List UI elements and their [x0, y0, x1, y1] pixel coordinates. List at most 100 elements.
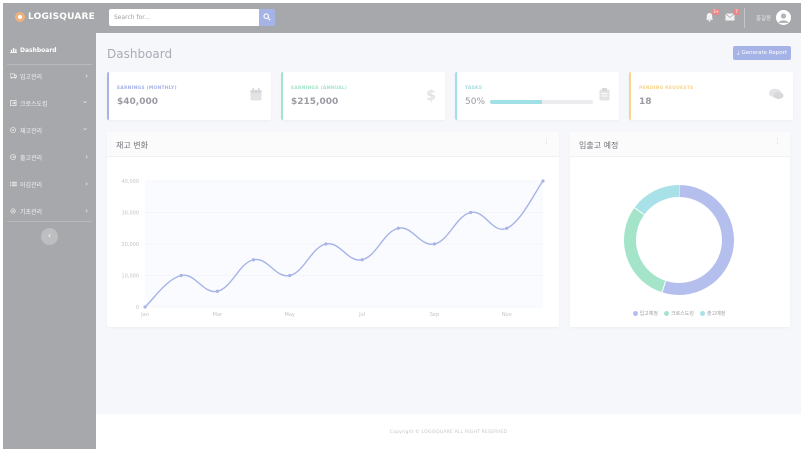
user-avatar-icon [776, 10, 791, 25]
sidebar-item-dashboard[interactable]: Dashboard [3, 37, 96, 63]
alerts-badge: 3+ [712, 9, 720, 15]
sidebar-item-inventory[interactable]: 재고관리 ⌄ [3, 117, 96, 143]
x-tick-label: Mar [213, 312, 223, 318]
panel-header: 입출고 예정 ⋮ [570, 132, 790, 157]
footer: Copyright © LOGISQUARE ALL RIGHT RESERVE… [96, 414, 801, 449]
stat-card-annual-earnings: EARNINGS (ANNUAL) $215,000 $ [281, 72, 445, 120]
calendar-icon [250, 88, 262, 101]
data-point [143, 305, 147, 309]
sidebar-item-label: 출고관리 [20, 154, 43, 162]
top-navbar: LOGISQUARE 3+ 7 홍길 [3, 3, 801, 33]
more-options-icon[interactable]: ⋮ [543, 138, 550, 145]
messages-badge: 7 [733, 9, 740, 15]
chart-legend: 입고예정 크로스도킹 출고예정 [570, 310, 788, 317]
data-point [215, 289, 219, 293]
y-tick-label: 30,000 [122, 210, 140, 216]
sidebar-item-crossdocking[interactable]: 크로스도킹 ⌄ [3, 90, 96, 116]
brand-logo[interactable]: LOGISQUARE [15, 12, 95, 22]
stat-card-pending-requests: PENDING REQUESTS 18 [629, 72, 793, 120]
stat-card-tasks: TASKS 50% [455, 72, 619, 120]
search-icon [263, 13, 271, 21]
x-tick-label: Sep [430, 312, 439, 318]
clipboard-icon [599, 88, 610, 101]
x-tick-label: Nov [502, 312, 512, 318]
topbar-divider [744, 8, 745, 28]
data-point [360, 258, 364, 262]
sidebar-item-billing[interactable]: 이김관리 › [3, 171, 96, 197]
avatar[interactable] [776, 10, 791, 25]
chevron-right-icon: › [85, 207, 88, 215]
stat-card-monthly-earnings: EARNINGS (MONTHLY) $40,000 [107, 72, 271, 120]
chevron-right-icon: › [85, 153, 88, 161]
legend-swatch [663, 311, 669, 316]
data-point [288, 273, 292, 278]
svg-text:$: $ [426, 88, 436, 102]
crossdock-icon [10, 100, 17, 106]
legend-swatch [700, 311, 705, 316]
sidebar-item-outbound[interactable]: 출고관리 › [3, 144, 96, 170]
stat-value: 18 [639, 97, 652, 107]
inout-schedule-panel: 입출고 예정 ⋮ 입고예정 크로스도킹 출고예정 [570, 132, 790, 327]
sidebar-item-label: Dashboard [20, 46, 57, 54]
stat-label: EARNINGS (MONTHLY) [117, 86, 177, 91]
box-icon [10, 127, 16, 133]
stat-value: 50% [465, 97, 486, 107]
x-tick-label: May [285, 312, 295, 318]
y-tick-label: 10,000 [122, 273, 140, 279]
stat-label: PENDING REQUESTS [639, 86, 694, 91]
legend-label: 입고예정 [639, 311, 658, 317]
data-point [179, 273, 183, 278]
panel-title: 입출고 예정 [579, 141, 619, 150]
legend-label: 출고예정 [707, 311, 726, 317]
sidebar-item-label: 이김관리 [20, 181, 43, 189]
stat-label: TASKS [465, 86, 483, 91]
sidebar-toggle-button[interactable]: ‹ [41, 228, 58, 245]
sidebar-item-label: 기초관리 [20, 208, 43, 216]
inventory-change-panel: 재고 변화 ⋮ 0 10,000 20,000 30,000 40,000 Jan Mar M… [107, 132, 559, 327]
inventory-line-chart: 0 10,000 20,000 30,000 40,000 Jan Mar May Jul Sep… [122, 179, 545, 318]
comments-icon [769, 88, 784, 99]
progress-fill [490, 100, 542, 104]
generate-report-button[interactable]: ⤓ Generate Report [733, 46, 791, 60]
chevron-right-icon: › [85, 72, 88, 80]
chart-bar-icon [10, 47, 17, 53]
search-bar [109, 9, 275, 26]
data-point [505, 226, 509, 230]
legend-item[interactable]: 크로스도킹 [663, 310, 694, 317]
data-point [541, 179, 545, 183]
tasks-progress-bar [490, 100, 593, 104]
user-name[interactable]: 홍길동 [756, 14, 771, 22]
messages-button[interactable]: 7 [725, 9, 740, 22]
search-button[interactable] [259, 9, 275, 26]
legend-item[interactable]: 입고예정 [632, 310, 658, 317]
page-title: Dashboard [107, 47, 173, 61]
data-point [251, 258, 256, 262]
data-point [432, 242, 437, 246]
sidebar-item-label: 입고관리 [20, 73, 43, 81]
data-point [324, 242, 328, 246]
donut-slice [662, 185, 734, 295]
legend-label: 크로스도킹 [670, 311, 694, 317]
donut-slice [634, 185, 680, 215]
donut-slice [624, 207, 666, 293]
sidebar-divider [7, 221, 92, 222]
stat-label: EARNINGS (ANNUAL) [291, 86, 348, 91]
stat-value: $215,000 [291, 97, 339, 107]
gear-icon [10, 208, 16, 214]
inout-donut-chart [624, 185, 734, 295]
more-options-icon[interactable]: ⋮ [774, 138, 781, 145]
shipping-icon [10, 154, 16, 160]
dollar-icon: $ [426, 88, 436, 102]
list-icon [10, 181, 17, 187]
sidebar-item-label: 재고관리 [20, 127, 43, 135]
logo-icon [15, 12, 25, 22]
alerts-button[interactable]: 3+ [705, 9, 720, 22]
app-window: LOGISQUARE 3+ 7 홍길 [3, 3, 801, 449]
chevron-right-icon: › [85, 180, 88, 188]
legend-item[interactable]: 출고예정 [700, 310, 725, 317]
search-input[interactable] [109, 9, 259, 26]
y-tick-label: 40,000 [122, 179, 140, 185]
truck-icon [10, 73, 17, 79]
data-point [396, 226, 400, 230]
sidebar-item-inbound[interactable]: 입고관리 › [3, 63, 96, 89]
